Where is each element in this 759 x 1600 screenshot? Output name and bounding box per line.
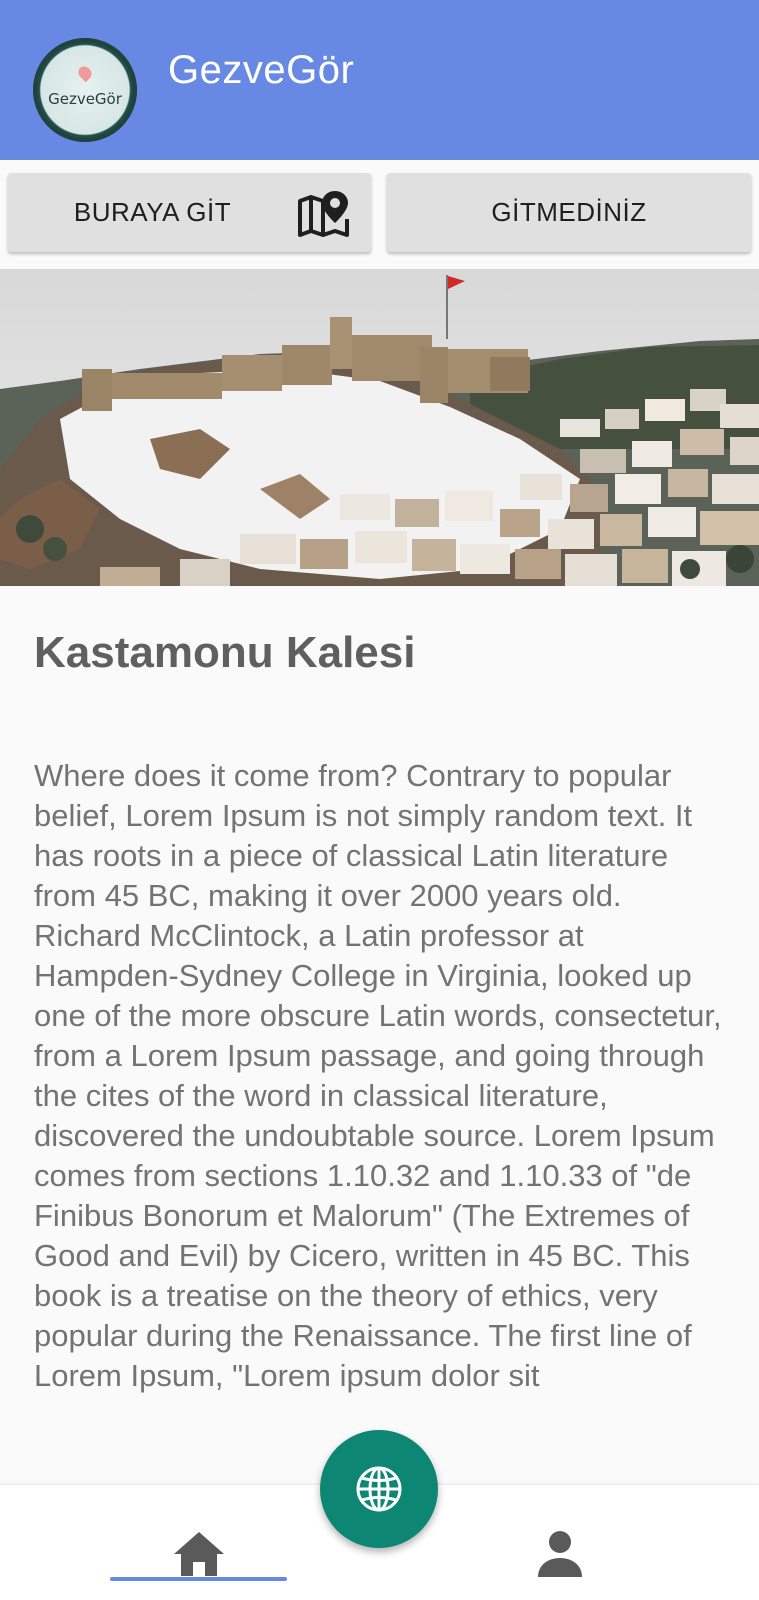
go-here-label: BURAYA GİT: [73, 197, 232, 227]
place-photo: [0, 269, 759, 586]
app-bar: GezveGör GezveGör: [0, 0, 759, 160]
not-visited-button[interactable]: GİTMEDİNİZ: [387, 173, 751, 252]
place-description: Where does it come from? Contrary to pop…: [34, 758, 722, 1393]
not-visited-label: GİTMEDİNİZ: [491, 197, 647, 227]
logo-text: GezveGör: [48, 90, 122, 108]
place-title: Kastamonu Kalesi: [34, 628, 416, 677]
go-here-button[interactable]: BURAYA GİT: [8, 173, 371, 252]
logo-pin-icon: [75, 63, 95, 83]
nav-selected-indicator: [110, 1577, 287, 1581]
person-icon[interactable]: [536, 1529, 584, 1579]
globe-icon: [356, 1466, 402, 1512]
explore-fab-button[interactable]: [320, 1430, 438, 1548]
home-icon[interactable]: [172, 1529, 226, 1579]
app-title: GezveGör: [168, 48, 355, 92]
app-logo: GezveGör: [33, 38, 137, 142]
map-pin-icon: [298, 191, 349, 237]
